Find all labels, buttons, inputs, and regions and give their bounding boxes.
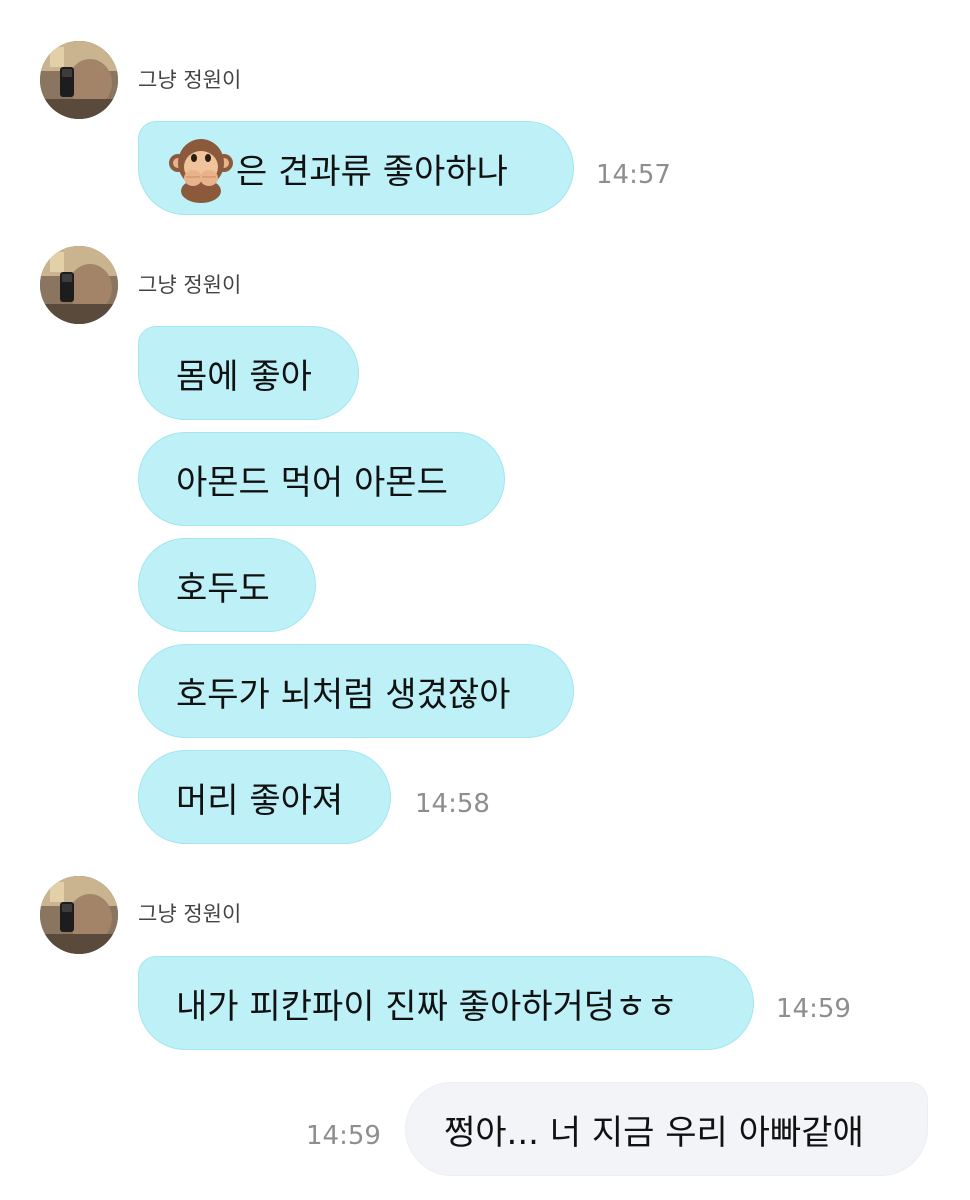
message-bubble[interactable]: 은 견과류 좋아하나	[138, 121, 574, 215]
message-timestamp: 14:59	[776, 994, 851, 1024]
message-text: 내가 피칸파이 진짜 좋아하거덩ㅎㅎ	[176, 986, 678, 1027]
message-text: 머리 좋아져	[176, 780, 344, 821]
sender-name: 그냥 정원이	[138, 273, 242, 297]
sender-name: 그냥 정원이	[138, 68, 242, 92]
message-text: 몸에 좋아	[176, 356, 312, 397]
message-timestamp: 14:57	[596, 160, 671, 190]
message-bubble[interactable]: 내가 피칸파이 진짜 좋아하거덩ㅎㅎ	[138, 956, 754, 1050]
message-text: 쩡아... 너 지금 우리 아빠같애	[444, 1112, 864, 1153]
sender-avatar[interactable]	[40, 876, 118, 954]
sender-avatar[interactable]	[40, 41, 118, 119]
message-bubble[interactable]: 몸에 좋아	[138, 326, 359, 420]
message-bubble[interactable]: 호두가 뇌처럼 생겼잖아	[138, 644, 574, 738]
message-timestamp: 14:59	[306, 1121, 381, 1151]
avatar-photo	[40, 246, 118, 324]
outgoing-message-bubble[interactable]: 쩡아... 너 지금 우리 아빠같애	[405, 1082, 928, 1176]
message-bubble[interactable]: 호두도	[138, 538, 316, 632]
message-text: 호두도	[176, 568, 270, 609]
message-text: 아몬드 먹어 아몬드	[176, 462, 448, 503]
sender-name: 그냥 정원이	[138, 902, 242, 926]
avatar-photo	[40, 41, 118, 119]
message-timestamp: 14:58	[415, 789, 490, 819]
avatar-photo	[40, 876, 118, 954]
message-text: 호두가 뇌처럼 생겼잖아	[176, 674, 511, 715]
message-text: 은 견과류 좋아하나	[236, 151, 508, 192]
sender-avatar[interactable]	[40, 246, 118, 324]
monkey-speak-no-evil-icon	[168, 133, 234, 203]
message-bubble[interactable]: 아몬드 먹어 아몬드	[138, 432, 505, 526]
message-bubble[interactable]: 머리 좋아져	[138, 750, 391, 844]
